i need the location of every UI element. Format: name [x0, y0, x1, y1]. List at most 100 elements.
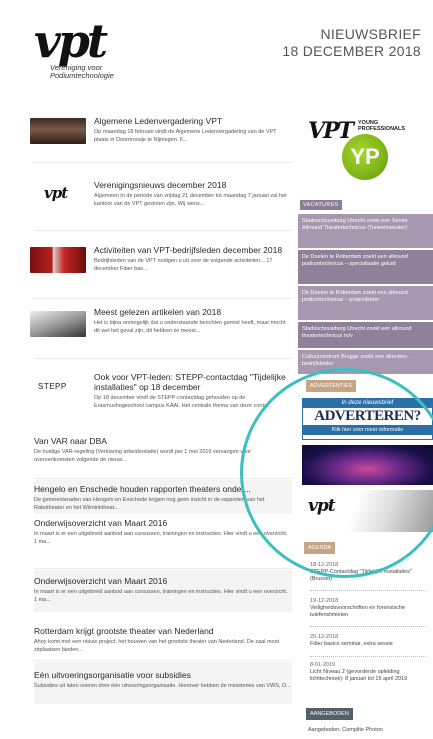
vpt-ad-image[interactable]: vpt	[302, 490, 433, 532]
vpt-logo[interactable]: vpt Vereniging voor Podiumtechnologie	[34, 18, 124, 80]
logo-mark: vpt	[34, 14, 108, 68]
sidebar: VPT YOUNG PROFESSIONALS YP VACATURES Sta…	[298, 100, 433, 739]
article-title[interactable]: Eén uitvoeringsorganisatie voor subsidie…	[34, 670, 292, 680]
article-excerpt: In maart is er een uitgebreid aanbod aan…	[34, 589, 288, 603]
article-text: Algemene Ledenvergadering VPT Op maandag…	[94, 116, 290, 144]
thumbnail-vpt-logo: vpt	[44, 184, 68, 202]
fiber-optic-ad-image[interactable]	[302, 445, 433, 485]
article-title[interactable]: Van VAR naar DBA	[34, 436, 292, 446]
agenda-date: 19-12-2018	[310, 598, 339, 604]
agenda-label: AGENDA	[304, 542, 336, 554]
agenda-title[interactable]: Veiligheidsvoorschriften en forensische …	[310, 605, 430, 619]
divider	[34, 358, 292, 359]
article-text: Onderwijsoverzicht van Maart 2016 In maa…	[34, 518, 292, 546]
article-item[interactable]: Eén uitvoeringsorganisatie voor subsidie…	[24, 670, 292, 700]
adverteren-headline: ADVERTEREN?	[314, 408, 421, 424]
divider	[34, 298, 292, 299]
article-title[interactable]: Onderwijsoverzicht van Maart 2016	[34, 576, 292, 586]
agenda-item[interactable]: 18-12-2018 STEPP-Contactdag "Tijdelijke …	[310, 562, 430, 583]
article-item[interactable]: Van VAR naar DBA De huidige VAR-regeling…	[24, 436, 292, 463]
newsletter-title: NIEUWSBRIEF 18 DECEMBER 2018	[282, 26, 421, 60]
article-text: Rotterdam krijgt grootste theater van Ne…	[34, 626, 292, 654]
article-excerpt: Bedrijfsleden van de VPT nodigen u uit v…	[94, 258, 273, 272]
article-item[interactable]: Activiteiten van VPT-bedrijfsleden decem…	[24, 245, 292, 285]
article-title[interactable]: Rotterdam krijgt grootste theater van Ne…	[34, 626, 292, 636]
logo-subtitle-2: Podiumtechnologie	[50, 71, 114, 80]
newsletter-title-label: NIEUWSBRIEF	[320, 26, 421, 42]
yp-professionals-label: PROFESSIONALS	[358, 126, 406, 132]
yp-vpt-text: VPT	[308, 118, 354, 144]
agenda-divider	[310, 590, 426, 591]
newsletter-date: 18 DECEMBER 2018	[282, 43, 421, 59]
article-item[interactable]: Hengelo en Enschede houden rapporten the…	[24, 484, 292, 514]
article-thumbnail[interactable]: vpt	[30, 182, 86, 208]
article-list: Algemene Ledenvergadering VPT Op maandag…	[24, 100, 292, 739]
vacancy-item[interactable]: De Doelen te Rotterdam zoekt een allroun…	[298, 250, 433, 284]
article-item[interactable]: Meest gelezen artikelen van 2018 Het is …	[24, 307, 292, 347]
vacancy-item[interactable]: De Doelen te Rotterdam zoekt een allroun…	[298, 286, 433, 320]
vacancy-item[interactable]: Cultuurcentrum Brugge zoekt een directeu…	[298, 350, 433, 374]
yp-badge: YP	[342, 134, 388, 180]
advertenties-label: ADVERTENTIES	[306, 380, 357, 392]
article-title[interactable]: Hengelo en Enschede houden rapporten the…	[34, 484, 292, 494]
article-item[interactable]: Algemene Ledenvergadering VPT Op maandag…	[24, 116, 292, 156]
vpt-ad-logo: vpt	[308, 496, 336, 516]
article-text: Meest gelezen artikelen van 2018 Het is …	[94, 307, 290, 335]
article-text: Onderwijsoverzicht van Maart 2016 In maa…	[34, 576, 292, 604]
divider	[34, 162, 292, 163]
article-excerpt: Ahoy komt met een nieuw project, het bou…	[34, 639, 280, 653]
adverteren-link[interactable]: Klik hier voor meer informatie	[303, 425, 432, 435]
agenda-title[interactable]: Licht Niveau 2 (gevorderde opleiding lic…	[310, 669, 430, 683]
article-title[interactable]: Algemene Ledenvergadering VPT	[94, 116, 290, 126]
adverteren-top-text: In deze nieuwsbrief	[303, 399, 432, 408]
divider	[34, 568, 292, 569]
article-excerpt: De huidige VAR-regeling (Verklaring arbe…	[34, 449, 251, 463]
article-thumbnail[interactable]	[30, 311, 86, 337]
article-text: Activiteiten van VPT-bedrijfsleden decem…	[94, 245, 290, 273]
article-text: Verenigingsnieuws december 2018 Algemeen…	[94, 180, 290, 208]
article-item[interactable]: STEPP Ook voor VPT-leden: STEPP-contactd…	[24, 372, 292, 430]
agenda-item[interactable]: 19-12-2018 Veiligheidsvoorschriften en f…	[310, 598, 430, 619]
agenda-divider	[310, 656, 426, 657]
agenda-date: 8-01-2019	[310, 662, 336, 668]
vacancy-item[interactable]: Stadsschouwburg Utrecht zoekt een Senior…	[298, 214, 433, 248]
article-thumbnail[interactable]: STEPP	[30, 374, 86, 400]
agenda-title[interactable]: STEPP-Contactdag "Tijdelijke installatie…	[310, 569, 430, 583]
article-excerpt: Op 18 december vindt de STEPP-contactdag…	[94, 395, 272, 409]
article-item[interactable]: Onderwijsoverzicht van Maart 2016 In maa…	[24, 518, 292, 548]
article-excerpt: In maart is er een uitgebreid aanbod aan…	[34, 531, 288, 545]
newsletter-header: vpt Vereniging voor Podiumtechnologie NI…	[0, 0, 433, 100]
agenda-item[interactable]: 20-12-2018 Fiber basics seminar, extra s…	[310, 634, 430, 648]
yp-young-text: YOUNG PROFESSIONALS	[358, 120, 405, 132]
article-excerpt: Algemeen In de periode van vrijdag 21 de…	[94, 193, 287, 207]
agenda-date: 20-12-2018	[310, 634, 339, 640]
article-title[interactable]: Verenigingsnieuws december 2018	[94, 180, 290, 190]
article-thumbnail[interactable]	[30, 118, 86, 144]
aangeboden-label: AANGEBODEN	[306, 708, 353, 720]
adverteren-banner[interactable]: In deze nieuwsbrief ADVERTEREN? Klik hie…	[302, 398, 433, 440]
aangeboden-item[interactable]: Aangeboden: Complite Photon	[308, 727, 383, 733]
stepp-logo: STEPP	[38, 382, 67, 391]
article-text: Eén uitvoeringsorganisatie voor subsidie…	[34, 670, 292, 690]
article-title[interactable]: Activiteiten van VPT-bedrijfsleden decem…	[94, 245, 290, 255]
article-title[interactable]: Onderwijsoverzicht van Maart 2016	[34, 518, 292, 528]
article-excerpt: Het is bijna onmogelijk dat u onderstaan…	[94, 320, 286, 334]
article-excerpt: Op maandag 18 februari vindt de Algemene…	[94, 129, 277, 143]
divider	[34, 478, 292, 479]
article-title[interactable]: Ook voor VPT-leden: STEPP-contactdag "Ti…	[94, 372, 290, 392]
vacancy-item[interactable]: Stadsschouwburg Utrecht zoekt een allrou…	[298, 322, 433, 348]
agenda-divider	[310, 626, 426, 627]
young-professionals-banner[interactable]: VPT YOUNG PROFESSIONALS YP	[298, 100, 433, 188]
article-item[interactable]: vpt Verenigingsnieuws december 2018 Alge…	[24, 180, 292, 220]
vacatures-label: VACATURES	[300, 200, 342, 210]
agenda-title[interactable]: Fiber basics seminar, extra sessie	[310, 641, 430, 648]
divider	[34, 230, 292, 231]
article-item[interactable]: Rotterdam krijgt grootste theater van Ne…	[24, 626, 292, 656]
agenda-item[interactable]: 8-01-2019 Licht Niveau 2 (gevorderde opl…	[310, 662, 430, 683]
article-text: Hengelo en Enschede houden rapporten the…	[34, 484, 292, 512]
article-title[interactable]: Meest gelezen artikelen van 2018	[94, 307, 290, 317]
article-text: Ook voor VPT-leden: STEPP-contactdag "Ti…	[94, 372, 290, 410]
article-excerpt: De gemeenteraden van Hengelo en Enschede…	[34, 497, 265, 511]
article-thumbnail[interactable]	[30, 247, 86, 273]
article-item[interactable]: Onderwijsoverzicht van Maart 2016 In maa…	[24, 576, 292, 606]
